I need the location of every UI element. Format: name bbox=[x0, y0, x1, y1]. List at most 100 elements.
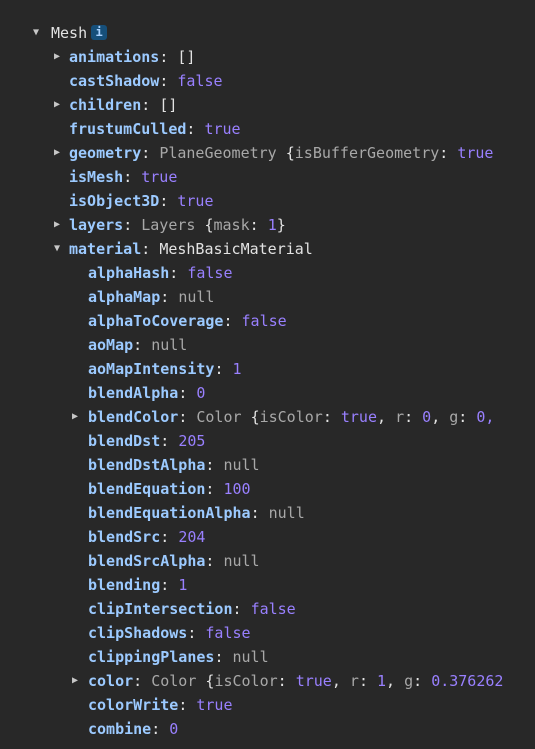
prop-value: true bbox=[204, 120, 241, 138]
prop-key: blendSrcAlpha bbox=[88, 552, 206, 570]
prop-key: animations bbox=[69, 48, 160, 66]
prop-key: blendEquation bbox=[88, 480, 206, 498]
triangle-right-icon[interactable]: ▶ bbox=[50, 93, 64, 117]
prop-key: castShadow bbox=[69, 72, 160, 90]
prop-blendDst-text: blendDst: 205 bbox=[88, 432, 206, 450]
inner-value: true bbox=[295, 672, 332, 690]
prop-combine-text: combine: 0 bbox=[88, 720, 179, 738]
prop-value: 204 bbox=[178, 528, 206, 546]
inner-value: 0 bbox=[422, 408, 432, 426]
prop-key: blending bbox=[88, 576, 161, 594]
inner-key: mask bbox=[213, 216, 250, 234]
prop-blendColor-text: blendColor: Color {isColor: true, r: 0, … bbox=[88, 408, 495, 426]
prop-value: false bbox=[205, 624, 251, 642]
prop-key: blendDst bbox=[88, 432, 161, 450]
prop-key: geometry bbox=[69, 144, 142, 162]
prop-value: true bbox=[196, 696, 233, 714]
prop-class: Layers bbox=[141, 216, 196, 234]
prop-key: blendEquationAlpha bbox=[88, 504, 251, 522]
triangle-right-icon[interactable]: ▶ bbox=[68, 405, 82, 429]
prop-value: 205 bbox=[178, 432, 206, 450]
prop-key: blendSrc bbox=[88, 528, 161, 546]
prop-blendAlpha-text: blendAlpha: 0 bbox=[88, 384, 206, 402]
prop-blendSrc-text: blendSrc: 204 bbox=[88, 528, 206, 546]
prop-value: 100 bbox=[223, 480, 251, 498]
prop-key: isMesh bbox=[69, 168, 124, 186]
prop-layers-text: layers: Layers {mask: 1} bbox=[69, 216, 286, 234]
inner-value: 0, bbox=[476, 408, 495, 426]
prop-class: Color bbox=[151, 672, 197, 690]
prop-key: children bbox=[69, 96, 142, 114]
prop-blendEquation-text: blendEquation: 100 bbox=[88, 480, 251, 498]
prop-clipIntersection-text: clipIntersection: false bbox=[88, 600, 296, 618]
prop-clippingPlanes-text: clippingPlanes: null bbox=[88, 648, 269, 666]
prop-value: null bbox=[178, 288, 215, 306]
prop-aoMapIntensity-text: aoMapIntensity: 1 bbox=[88, 360, 242, 378]
prop-alphaHash-text: alphaHash: false bbox=[88, 264, 233, 282]
prop-key: clipIntersection bbox=[88, 600, 233, 618]
prop-isObject3D-text: isObject3D: true bbox=[69, 192, 214, 210]
prop-castShadow-text: castShadow: false bbox=[69, 72, 223, 90]
prop-key: blendDstAlpha bbox=[88, 456, 206, 474]
prop-value: [] bbox=[177, 48, 196, 66]
prop-key: frustumCulled bbox=[69, 120, 187, 138]
prop-animations-text: animations: [] bbox=[69, 48, 196, 66]
prop-key: colorWrite bbox=[88, 696, 179, 714]
inner-key: isColor bbox=[259, 408, 323, 426]
inner-key: r bbox=[395, 408, 405, 426]
prop-value: 1 bbox=[178, 576, 188, 594]
root-label: Mesh i bbox=[51, 21, 108, 45]
prop-key: clippingPlanes bbox=[88, 648, 215, 666]
prop-isMesh-text: isMesh: true bbox=[69, 168, 178, 186]
prop-key: blendColor bbox=[88, 408, 179, 426]
prop-clipShadows-text: clipShadows: false bbox=[88, 624, 251, 642]
triangle-right-icon[interactable]: ▶ bbox=[68, 669, 82, 693]
prop-blendSrcAlpha-text: blendSrcAlpha: null bbox=[88, 552, 260, 570]
prop-blendDstAlpha-text: blendDstAlpha: null bbox=[88, 456, 260, 474]
triangle-down-icon[interactable]: ▼ bbox=[29, 21, 43, 45]
prop-key: alphaToCoverage bbox=[88, 312, 224, 330]
prop-blending-text: blending: 1 bbox=[88, 576, 188, 594]
prop-key: alphaMap bbox=[88, 288, 161, 306]
triangle-right-icon[interactable]: ▶ bbox=[50, 213, 64, 237]
prop-key: blendAlpha bbox=[88, 384, 179, 402]
prop-color-text: color: Color {isColor: true, r: 1, g: 0.… bbox=[88, 672, 504, 690]
inner-value: 1 bbox=[377, 672, 387, 690]
prop-blendEquationAlpha-text: blendEquationAlpha: null bbox=[88, 504, 305, 522]
prop-value: false bbox=[241, 312, 287, 330]
root-name: Mesh bbox=[51, 24, 88, 42]
prop-value: true bbox=[177, 192, 214, 210]
prop-key: layers bbox=[69, 216, 124, 234]
triangle-right-icon[interactable]: ▶ bbox=[50, 141, 64, 165]
prop-value: 0 bbox=[169, 720, 179, 738]
inner-key: isBufferGeometry bbox=[294, 144, 440, 162]
inner-value: 0.376262 bbox=[431, 672, 504, 690]
inner-value: true bbox=[457, 144, 494, 162]
prop-key: alphaHash bbox=[88, 264, 170, 282]
prop-class: MeshBasicMaterial bbox=[159, 240, 313, 258]
prop-key: combine bbox=[88, 720, 152, 738]
triangle-right-icon[interactable]: ▶ bbox=[50, 45, 64, 69]
info-icon[interactable]: i bbox=[91, 25, 108, 40]
inner-key: r bbox=[349, 672, 359, 690]
triangle-down-icon[interactable]: ▼ bbox=[50, 237, 64, 261]
prop-material-text: material: MeshBasicMaterial bbox=[69, 240, 313, 258]
prop-aoMap-text: aoMap: null bbox=[88, 336, 188, 354]
prop-alphaToCoverage-text: alphaToCoverage: false bbox=[88, 312, 287, 330]
prop-value: null bbox=[232, 648, 269, 666]
prop-key: isObject3D bbox=[69, 192, 160, 210]
prop-value: null bbox=[268, 504, 305, 522]
prop-value: true bbox=[141, 168, 178, 186]
prop-frustumCulled-text: frustumCulled: true bbox=[69, 120, 241, 138]
prop-key: color bbox=[88, 672, 134, 690]
brace-open: { bbox=[250, 408, 260, 426]
inner-key: g bbox=[449, 408, 459, 426]
inner-value: true bbox=[340, 408, 377, 426]
prop-value: [] bbox=[159, 96, 178, 114]
prop-geometry-text: geometry: PlaneGeometry {isBufferGeometr… bbox=[69, 144, 494, 162]
prop-colorWrite-text: colorWrite: true bbox=[88, 696, 233, 714]
prop-key: aoMapIntensity bbox=[88, 360, 215, 378]
inner-key: g bbox=[404, 672, 414, 690]
prop-value: 1 bbox=[232, 360, 242, 378]
brace-close: } bbox=[276, 216, 286, 234]
